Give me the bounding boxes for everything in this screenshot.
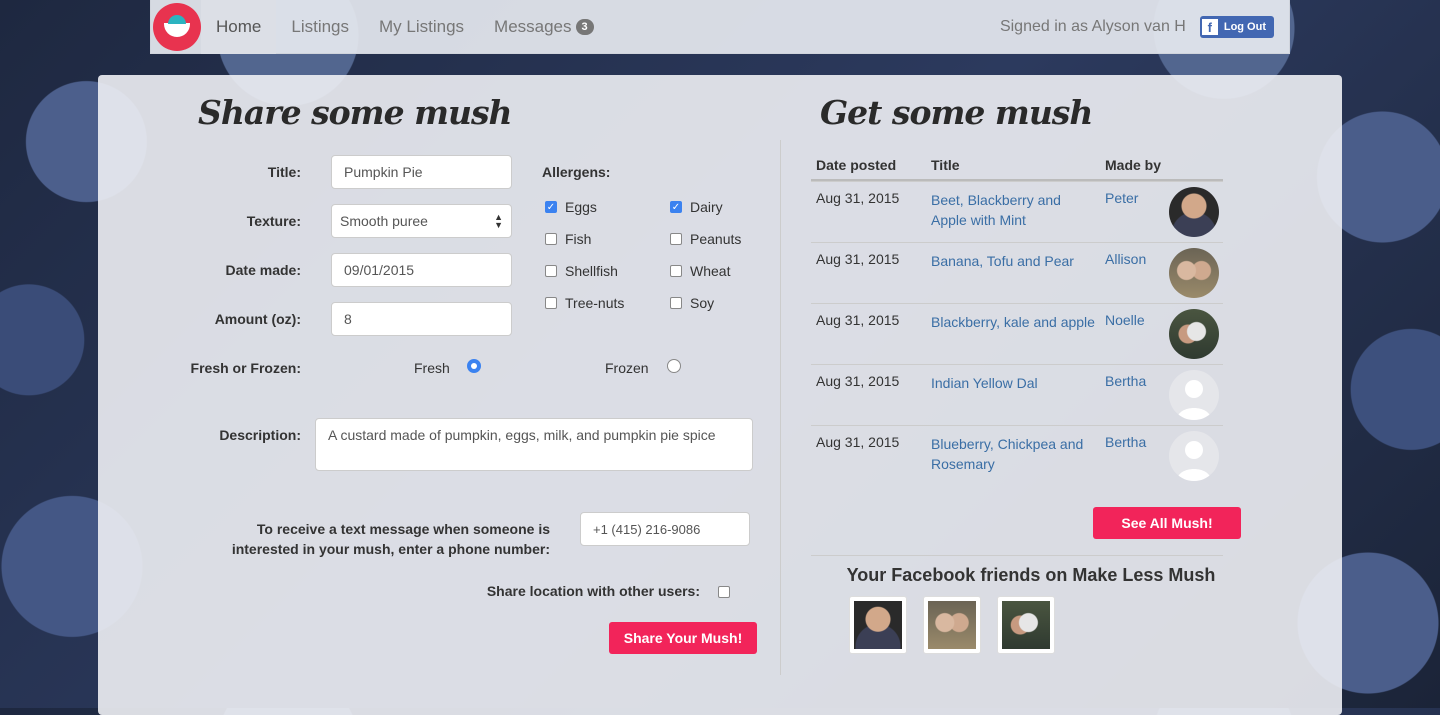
avatar[interactable] — [1169, 309, 1219, 359]
col-date-posted: Date posted — [816, 157, 897, 173]
texture-value: Smooth puree — [340, 213, 428, 229]
table-row: Aug 31, 2015 Banana, Tofu and Pear Allis… — [811, 242, 1223, 303]
allergen-label: Tree-nuts — [565, 295, 625, 311]
allergens-label: Allergens: — [542, 164, 611, 180]
checkbox-icon — [670, 233, 682, 245]
get-heading: Get some mush — [820, 93, 1093, 132]
checkbox-icon — [545, 233, 557, 245]
fresh-radio[interactable] — [467, 359, 481, 373]
allergen-label: Peanuts — [690, 231, 742, 247]
checkbox-checked-icon: ✓ — [670, 201, 682, 213]
row-title-link[interactable]: Blueberry, Chickpea and Rosemary — [931, 434, 1096, 474]
row-date: Aug 31, 2015 — [816, 373, 900, 389]
texture-select[interactable]: Smooth puree ▲ ▼ — [331, 204, 512, 238]
fresh-frozen-label: Fresh or Frozen: — [190, 360, 301, 376]
table-row: Aug 31, 2015 Blueberry, Chickpea and Ros… — [811, 425, 1223, 486]
title-input[interactable]: Pumpkin Pie — [331, 155, 512, 189]
facebook-friends-title: Your Facebook friends on Make Less Mush — [846, 565, 1216, 585]
share-location-label: Share location with other users: — [486, 583, 700, 599]
nav-user-area: Signed in as Alyson van H f Log Out — [999, 15, 1289, 38]
allergen-label: Wheat — [690, 263, 731, 279]
row-title-link[interactable]: Blackberry, kale and apple — [931, 312, 1096, 332]
checkbox-checked-icon: ✓ — [545, 201, 557, 213]
friend-avatar[interactable] — [923, 596, 981, 654]
amount-label: Amount (oz): — [214, 311, 301, 327]
allergen-eggs[interactable]: ✓ Eggs — [545, 199, 597, 215]
main-panel: Share some mush Get some mush Title: Pum… — [98, 75, 1342, 715]
share-location-checkbox[interactable] — [718, 586, 730, 598]
allergen-label: Dairy — [690, 199, 723, 215]
checkbox-icon — [545, 297, 557, 309]
friend-avatar[interactable] — [849, 596, 907, 654]
facebook-icon: f — [1201, 18, 1218, 35]
nav-messages[interactable]: Messages 3 — [479, 0, 609, 54]
default-avatar-icon[interactable] — [1169, 370, 1219, 420]
bowl-icon — [164, 14, 190, 37]
facebook-logout-button[interactable]: f Log Out — [1199, 15, 1274, 38]
nav-home[interactable]: Home — [201, 0, 277, 54]
nav-my-listings[interactable]: My Listings — [364, 0, 479, 54]
date-input[interactable]: 09/01/2015 — [331, 253, 512, 287]
allergen-label: Soy — [690, 295, 715, 311]
fresh-label: Fresh — [414, 360, 450, 376]
row-date: Aug 31, 2015 — [816, 434, 900, 450]
select-caret-icon: ▲ ▼ — [494, 212, 503, 230]
row-title-link[interactable]: Beet, Blackberry and Apple with Mint — [931, 190, 1096, 230]
allergen-soy[interactable]: Soy — [670, 295, 714, 311]
table-row: Aug 31, 2015 Blackberry, kale and apple … — [811, 303, 1223, 364]
avatar[interactable] — [1169, 248, 1219, 298]
frozen-radio[interactable] — [667, 359, 681, 373]
signed-in-text: Signed in as Alyson van H — [999, 17, 1186, 35]
amount-input[interactable]: 8 — [331, 302, 512, 336]
allergen-fish[interactable]: Fish — [545, 231, 591, 247]
allergen-peanuts[interactable]: Peanuts — [670, 231, 741, 247]
section-divider — [811, 555, 1223, 556]
row-maker-link[interactable]: Peter — [1105, 190, 1138, 206]
description-label: Description: — [219, 427, 301, 443]
table-row: Aug 31, 2015 Indian Yellow Dal Bertha — [811, 364, 1223, 425]
nav-messages-label: Messages — [494, 16, 572, 36]
allergen-label: Shellfish — [565, 263, 618, 279]
allergen-tree-nuts[interactable]: Tree-nuts — [545, 295, 624, 311]
messages-badge: 3 — [575, 18, 594, 35]
default-avatar-icon[interactable] — [1169, 431, 1219, 481]
row-title-link[interactable]: Banana, Tofu and Pear — [931, 251, 1096, 271]
logout-label: Log Out — [1223, 20, 1266, 33]
column-divider — [780, 140, 781, 675]
col-made-by: Made by — [1105, 157, 1162, 173]
allergen-label: Fish — [565, 231, 592, 247]
row-maker-link[interactable]: Bertha — [1105, 373, 1146, 389]
allergen-shellfish[interactable]: Shellfish — [545, 263, 618, 279]
allergen-wheat[interactable]: Wheat — [670, 263, 730, 279]
row-maker-link[interactable]: Allison — [1105, 251, 1146, 267]
row-date: Aug 31, 2015 — [816, 312, 900, 328]
avatar[interactable] — [1169, 187, 1219, 237]
allergen-dairy[interactable]: ✓ Dairy — [670, 199, 723, 215]
checkbox-icon — [545, 265, 557, 277]
texture-label: Texture: — [246, 213, 301, 229]
table-row: Aug 31, 2015 Beet, Blackberry and Apple … — [811, 181, 1223, 242]
top-navbar: Home Listings My Listings Messages 3 Sig… — [150, 0, 1290, 54]
title-label: Title: — [267, 164, 301, 180]
row-date: Aug 31, 2015 — [816, 190, 900, 206]
share-mush-button[interactable]: Share Your Mush! — [609, 622, 757, 654]
row-date: Aug 31, 2015 — [816, 251, 900, 267]
row-maker-link[interactable]: Noelle — [1105, 312, 1145, 328]
allergen-label: Eggs — [565, 199, 597, 215]
phone-label: To receive a text message when someone i… — [231, 521, 550, 557]
row-title-link[interactable]: Indian Yellow Dal — [931, 373, 1096, 393]
checkbox-icon — [670, 265, 682, 277]
phone-input[interactable]: +1 (415) 216-9086 — [580, 512, 750, 546]
description-textarea[interactable]: A custard made of pumpkin, eggs, milk, a… — [315, 418, 753, 471]
frozen-label: Frozen — [605, 360, 649, 376]
row-maker-link[interactable]: Bertha — [1105, 434, 1146, 450]
see-all-mush-button[interactable]: See All Mush! — [1093, 507, 1241, 539]
share-heading: Share some mush — [198, 93, 513, 132]
app-logo[interactable] — [153, 2, 201, 51]
col-title: Title — [931, 157, 960, 173]
nav-listings[interactable]: Listings — [276, 0, 364, 54]
checkbox-icon — [670, 297, 682, 309]
friend-avatar[interactable] — [997, 596, 1055, 654]
date-label: Date made: — [225, 262, 301, 278]
